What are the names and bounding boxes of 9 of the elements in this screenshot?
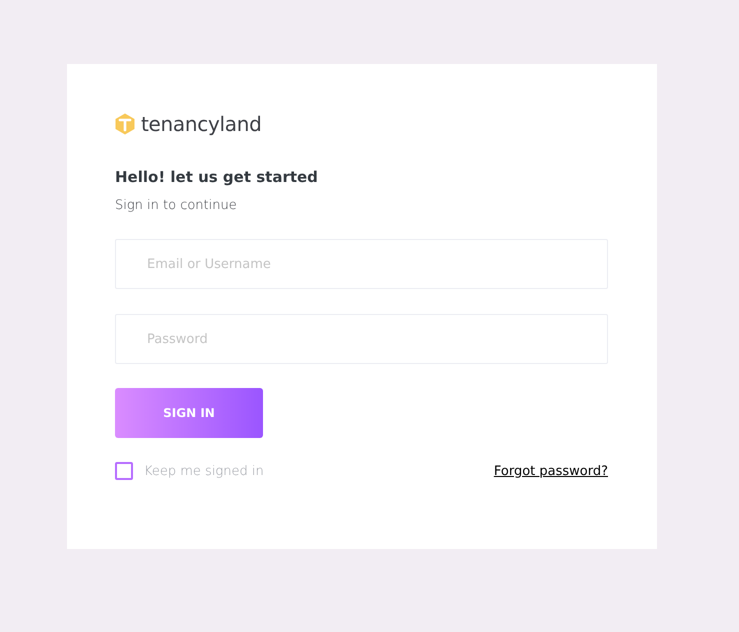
email-field[interactable]: Email or Username [115, 239, 608, 289]
password-field[interactable]: Password [115, 314, 608, 364]
checkbox[interactable] [115, 462, 133, 480]
logo-icon [115, 113, 135, 135]
subheading: Sign in to continue [115, 197, 238, 215]
logo-wordmark: tenancyland [141, 111, 262, 137]
heading: Hello! let us get started [115, 167, 319, 188]
forgot-password-link[interactable]: Forgot password? [494, 464, 608, 478]
keep-signed-in-label: Keep me signed in [144, 464, 264, 478]
